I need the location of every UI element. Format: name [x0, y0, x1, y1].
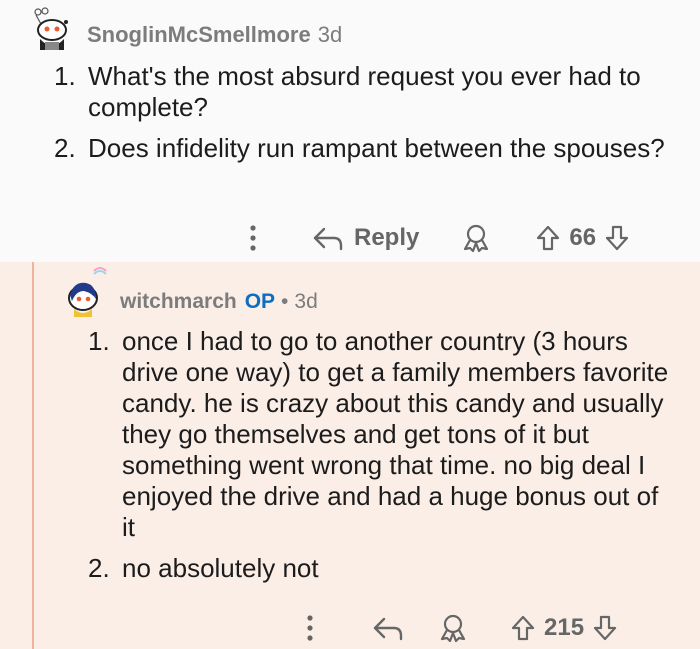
comment-meta: witchmarch OP • 3d — [120, 290, 318, 314]
reply-label: Reply — [354, 224, 420, 251]
list-text: Does infidelity run rampant between the … — [88, 133, 665, 163]
award-icon — [464, 224, 489, 253]
more-vertical-icon — [307, 615, 313, 641]
reply-button[interactable] — [372, 615, 404, 641]
vote-controls: 215 — [510, 614, 618, 642]
list-number: 2. — [88, 553, 110, 583]
list-number: 1. — [88, 326, 110, 356]
reply-arrow-icon — [373, 617, 403, 641]
downvote-arrow-icon[interactable] — [592, 614, 618, 642]
op-badge: OP — [244, 290, 276, 313]
snoo-avatar-icon — [68, 267, 107, 317]
more-button[interactable] — [300, 614, 320, 642]
award-icon — [440, 614, 466, 643]
reply-button[interactable]: Reply — [312, 224, 419, 252]
meta-separator: • — [281, 290, 289, 313]
comment-meta: SnoglinMcSmellmore 3d — [87, 22, 342, 48]
vote-controls: 66 — [535, 224, 630, 252]
list-number: 2. — [54, 133, 76, 163]
list-item: 2. no absolutely not — [88, 553, 678, 584]
award-button[interactable] — [438, 613, 468, 643]
vote-score: 66 — [569, 224, 597, 251]
comment-actions: 215 — [300, 610, 618, 646]
list-number: 1. — [54, 61, 76, 91]
thread-line[interactable] — [32, 262, 34, 649]
upvote-arrow-icon[interactable] — [535, 224, 561, 252]
more-button[interactable] — [238, 224, 268, 252]
timestamp: 3d — [294, 290, 318, 313]
list-text: once I had to go to another country (3 h… — [122, 326, 669, 542]
list-item: 1. What's the most absurd request you ev… — [54, 61, 684, 123]
list-item: 1. once I had to go to another country (… — [88, 326, 678, 543]
more-vertical-icon — [250, 225, 256, 251]
upvote-arrow-icon[interactable] — [510, 614, 536, 642]
comment-body: 1. once I had to go to another country (… — [88, 326, 678, 594]
timestamp: 3d — [317, 22, 343, 47]
snoo-avatar-icon — [34, 7, 68, 50]
list-text: no absolutely not — [122, 553, 319, 583]
comment-body: 1. What's the most absurd request you ev… — [54, 61, 684, 174]
list-text: What's the most absurd request you ever … — [88, 61, 641, 122]
author-name[interactable]: SnoglinMcSmellmore — [87, 22, 311, 48]
avatar[interactable] — [64, 265, 114, 319]
vote-score: 215 — [544, 614, 585, 641]
downvote-arrow-icon[interactable] — [604, 224, 630, 252]
reply-arrow-icon — [313, 227, 343, 251]
author-name[interactable]: witchmarch — [120, 290, 237, 314]
award-button[interactable] — [461, 223, 491, 253]
avatar[interactable] — [28, 6, 78, 56]
comment-actions: Reply 66 — [238, 220, 630, 256]
list-item: 2. Does infidelity run rampant between t… — [54, 133, 684, 164]
